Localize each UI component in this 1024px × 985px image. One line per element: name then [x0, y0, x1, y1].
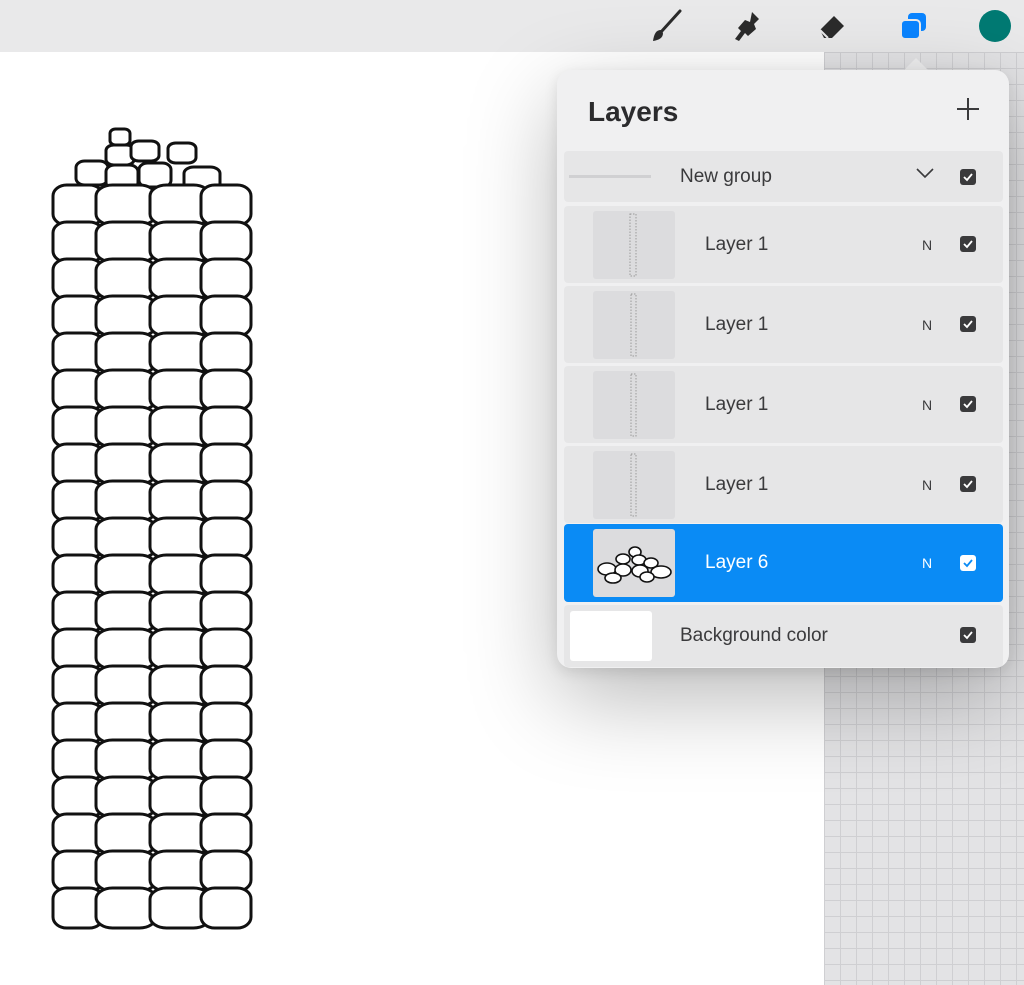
corn-kernel — [199, 294, 253, 338]
corn-kernel — [94, 479, 158, 523]
visibility-checkbox[interactable] — [960, 627, 976, 643]
background-color-swatch[interactable] — [570, 611, 652, 661]
corn-kernel — [199, 553, 253, 597]
corn-kernel — [199, 886, 253, 930]
blend-mode[interactable]: N — [922, 477, 932, 493]
panel-title: Layers — [588, 96, 679, 127]
corn-kernel — [94, 516, 158, 560]
corn-kernel — [199, 849, 253, 893]
corn-kernel — [74, 159, 110, 187]
corn-kernel — [199, 738, 253, 782]
corn-kernel — [94, 627, 158, 671]
corn-kernel — [94, 331, 158, 375]
corn-kernel — [94, 442, 158, 486]
layer-name: Layer 1 — [705, 314, 769, 335]
corn-kernel — [199, 775, 253, 819]
corn-kernel — [199, 664, 253, 708]
corn-kernel — [94, 886, 158, 930]
corn-kernel — [199, 405, 253, 449]
corn-kernel — [166, 141, 198, 165]
blend-mode[interactable]: N — [922, 397, 932, 413]
blend-mode[interactable]: N — [922, 555, 932, 571]
plus-icon — [957, 98, 979, 120]
corn-kernel — [94, 664, 158, 708]
layer-group-row[interactable]: New group — [564, 151, 1003, 202]
layer-row[interactable]: Layer 1 N — [564, 366, 1003, 443]
corn-kernel — [199, 442, 253, 486]
layer-thumbnail — [593, 529, 675, 597]
layer-row[interactable]: Layer 1 N — [564, 206, 1003, 283]
corn-kernel — [108, 127, 132, 147]
group-name: New group — [680, 166, 772, 187]
corn-kernel — [199, 368, 253, 412]
corn-kernel — [199, 590, 253, 634]
visibility-checkbox[interactable] — [960, 236, 976, 252]
blend-mode[interactable]: N — [922, 317, 932, 333]
layer-row-selected[interactable]: Layer 6 N — [564, 524, 1003, 602]
blend-mode[interactable]: N — [922, 237, 932, 253]
corn-kernel — [94, 590, 158, 634]
corn-kernel — [94, 812, 158, 856]
layer-row[interactable]: Layer 1 N — [564, 446, 1003, 523]
corn-kernel — [94, 553, 158, 597]
corn-kernel — [94, 849, 158, 893]
corn-kernel — [94, 775, 158, 819]
corn-line-drawing — [51, 127, 253, 930]
corn-kernel — [94, 257, 158, 301]
layer-name: Layer 1 — [705, 394, 769, 415]
layers-panel: Layers New group Layer 1 N Layer 1 N Lay… — [557, 70, 1009, 668]
visibility-checkbox[interactable] — [960, 555, 976, 571]
layer-thumbnail — [593, 291, 675, 359]
corn-kernel — [199, 516, 253, 560]
corn-kernel — [94, 183, 158, 227]
corn-kernel — [199, 183, 253, 227]
corn-kernel — [199, 812, 253, 856]
corn-kernel — [199, 220, 253, 264]
eraser-icon[interactable] — [812, 6, 852, 46]
visibility-checkbox[interactable] — [960, 316, 976, 332]
add-layer-button[interactable] — [955, 96, 981, 122]
group-indicator-line — [569, 175, 651, 178]
layer-name: Layer 6 — [705, 552, 769, 573]
layer-name: Layer 1 — [705, 234, 769, 255]
corn-kernel — [199, 479, 253, 523]
corn-kernel — [94, 405, 158, 449]
color-picker[interactable] — [979, 10, 1011, 42]
corn-kernel — [137, 161, 173, 189]
corn-kernel — [199, 331, 253, 375]
corn-kernel — [94, 368, 158, 412]
corn-kernel — [129, 139, 161, 163]
smudge-icon[interactable] — [728, 6, 768, 46]
layers-icon[interactable] — [894, 6, 934, 46]
corn-kernel — [199, 701, 253, 745]
brush-icon[interactable] — [646, 6, 686, 46]
visibility-checkbox[interactable] — [960, 169, 976, 185]
corn-kernel — [199, 627, 253, 671]
corn-kernel — [94, 294, 158, 338]
corn-kernel — [94, 220, 158, 264]
background-color-row[interactable]: Background color — [564, 605, 1003, 667]
visibility-checkbox[interactable] — [960, 396, 976, 412]
layer-row[interactable]: Layer 1 N — [564, 286, 1003, 363]
corn-kernel — [94, 701, 158, 745]
corn-kernel — [199, 257, 253, 301]
visibility-checkbox[interactable] — [960, 476, 976, 492]
background-label: Background color — [680, 625, 828, 646]
chevron-down-icon[interactable] — [915, 166, 935, 180]
layer-thumbnail — [593, 211, 675, 279]
top-toolbar — [0, 0, 1024, 52]
layer-thumbnail — [593, 451, 675, 519]
corn-kernel — [94, 738, 158, 782]
layer-name: Layer 1 — [705, 474, 769, 495]
layer-thumbnail — [593, 371, 675, 439]
